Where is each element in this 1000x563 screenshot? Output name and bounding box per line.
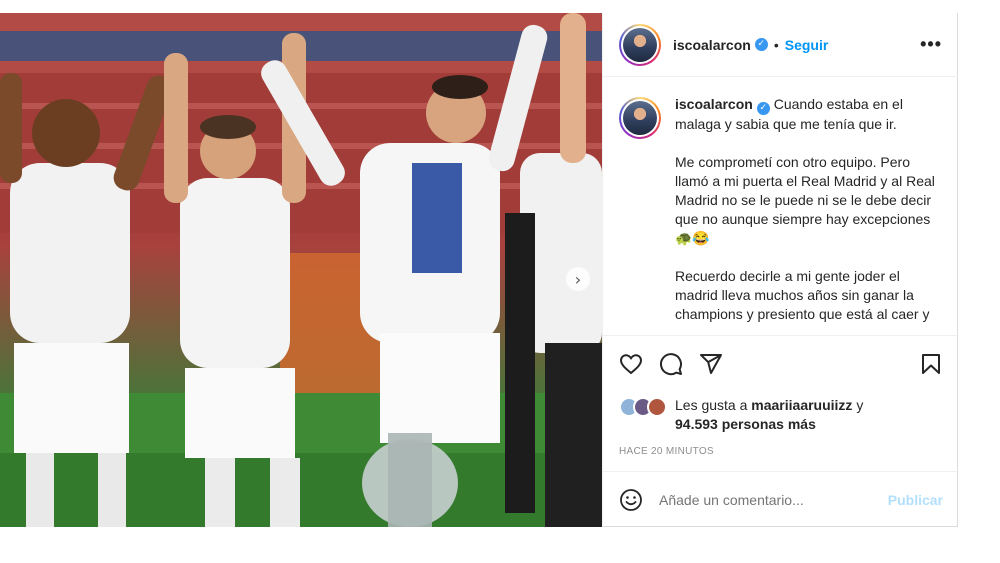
caption-section[interactable]: iscoalarcon ✓ Cuando estaba en el malaga … [603,77,958,335]
liker-avatar [647,397,667,417]
avatar-image [623,27,657,62]
verified-badge-icon: ✓ [754,38,768,51]
share-icon[interactable] [699,352,723,376]
heart-icon[interactable] [619,352,643,376]
caption-paragraph-3: Recuerdo decirle a mi gente joder el mad… [675,268,930,322]
caption-username[interactable]: iscoalarcon [675,96,753,112]
header-username[interactable]: iscoalarcon [673,37,751,53]
avatar[interactable] [619,23,661,66]
comment-icon[interactable] [659,352,683,376]
caption-paragraph-2: Me comprometí con otro equipo. Pero llam… [675,154,935,246]
caption-avatar[interactable] [619,97,661,139]
follow-button[interactable]: Seguir [785,37,829,53]
photo-illustration [0,13,602,527]
emoji-icon[interactable] [619,488,643,512]
likes-text: Les gusta a maariiaaruuiizz y 94.593 per… [675,397,864,432]
more-options-icon[interactable]: ••• [920,34,942,55]
verified-badge-icon: ✓ [756,102,770,115]
next-image-button[interactable]: › [566,267,590,291]
post-photo[interactable]: › [0,13,602,527]
liker-username[interactable]: maariiaaruuiizz [751,397,852,413]
post-timestamp[interactable]: HACE 20 MINUTOS [619,446,943,457]
comment-input[interactable] [659,491,888,508]
chevron-right-icon: › [574,269,582,289]
bookmark-icon[interactable] [919,352,943,376]
likes-summary: Les gusta a maariiaaruuiizz y 94.593 per… [619,396,943,434]
post-side-panel: iscoalarcon ✓ • Seguir ••• iscoalarcon ✓ … [602,13,959,527]
header-separator: • [773,36,779,53]
likes-count[interactable]: 94.593 personas más [675,416,816,432]
publish-button[interactable]: Publicar [888,492,943,508]
action-bar [619,348,943,380]
post-header: iscoalarcon ✓ • Seguir ••• [603,13,958,77]
comment-box: Publicar [603,471,959,527]
instagram-post: › iscoalarcon ✓ • Seguir ••• iscoalarcon… [0,13,959,527]
post-actions: Les gusta a maariiaaruuiizz y 94.593 per… [603,335,959,457]
avatar-image [623,101,657,135]
liker-avatars[interactable] [619,397,667,417]
caption-text: iscoalarcon ✓ Cuando estaba en el malaga … [675,95,942,335]
